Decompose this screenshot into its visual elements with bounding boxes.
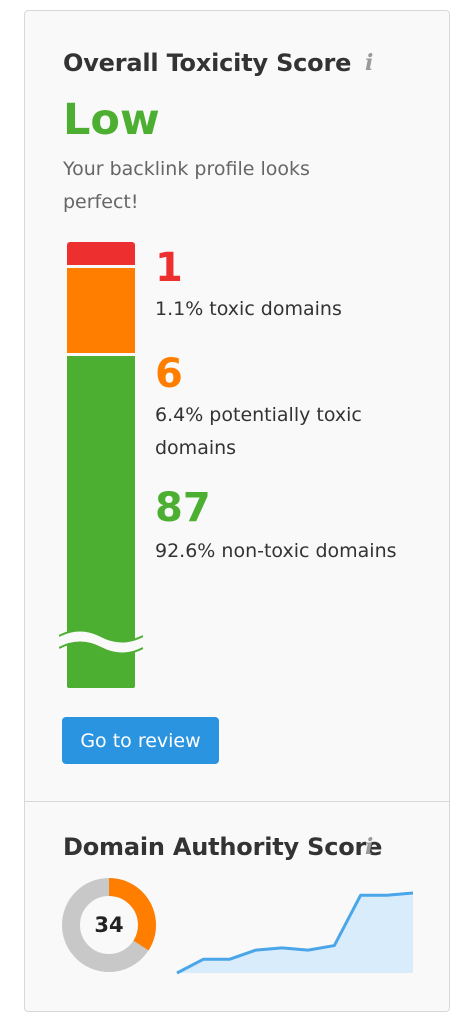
scale-break-icon xyxy=(59,629,143,655)
info-icon[interactable]: i xyxy=(365,834,373,860)
potentially-toxic-label: 6.4% potentially toxic domains xyxy=(155,404,362,459)
section-divider xyxy=(25,801,449,802)
toxicity-description: Your backlink profile looks perfect! xyxy=(63,158,310,213)
trend-area xyxy=(177,893,413,973)
potentially-toxic-bar-segment xyxy=(67,268,135,353)
toxic-label: 1.1% toxic domains xyxy=(155,298,342,320)
toxic-count: 1 xyxy=(155,245,183,291)
authority-score-value: 34 xyxy=(94,913,124,937)
toxic-bar-segment xyxy=(67,242,135,265)
go-to-review-button[interactable]: Go to review xyxy=(62,717,219,764)
potentially-toxic-count: 6 xyxy=(155,351,183,397)
toxicity-level: Low xyxy=(63,95,160,145)
authority-title: Domain Authority Score xyxy=(63,833,383,861)
non-toxic-count: 87 xyxy=(155,485,211,531)
authority-trend-chart xyxy=(176,891,414,975)
toxicity-widget: Overall Toxicity Score i Low Your backli… xyxy=(24,10,450,1012)
toxicity-title: Overall Toxicity Score xyxy=(63,49,352,77)
non-toxic-label: 92.6% non-toxic domains xyxy=(155,540,397,562)
info-icon[interactable]: i xyxy=(365,50,373,76)
